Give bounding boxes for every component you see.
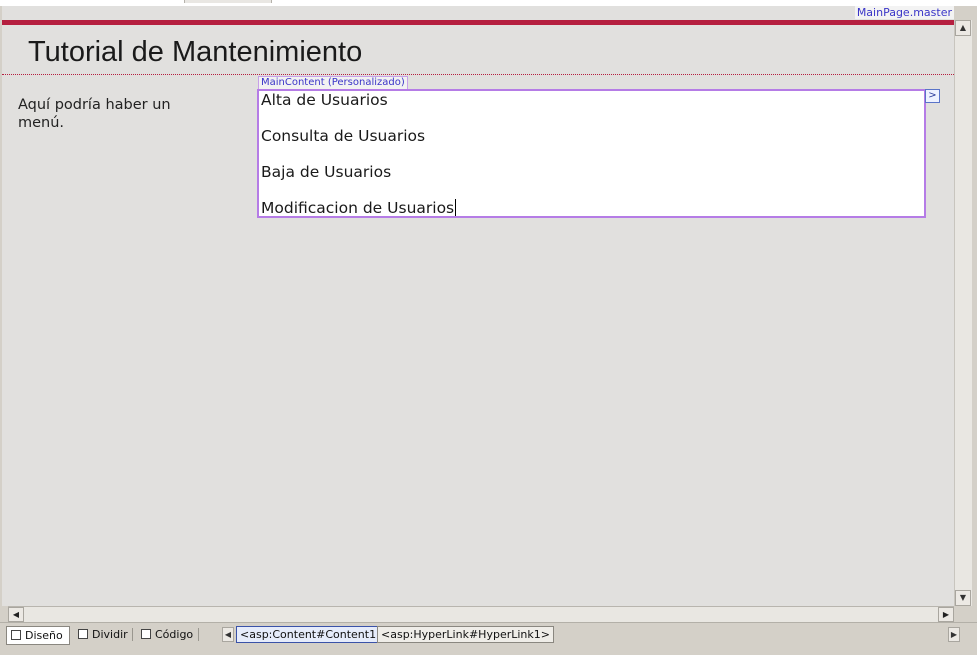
smart-tag-chevron-icon[interactable]: > (925, 89, 940, 103)
code-view-icon (141, 629, 151, 639)
tag-crumb-content[interactable]: <asp:Content#Content1> (236, 626, 390, 643)
header-divider (2, 74, 954, 75)
link-consulta-usuarios[interactable]: Consulta de Usuarios (261, 127, 425, 145)
tab-code-view[interactable]: Código (137, 626, 199, 643)
content-region-label[interactable]: MainContent (Personalizado) (258, 76, 408, 89)
tab-design-view[interactable]: Diseño (6, 626, 70, 645)
tag-nav-next-icon[interactable]: ▶ (948, 627, 960, 642)
designer-status-bar: Diseño Dividir Código ◀ <asp:Content#Con… (0, 622, 977, 655)
tab-split-label: Dividir (92, 628, 128, 641)
link-modificacion-usuarios-text: Modificacion de Usuarios (261, 199, 455, 217)
scrollbar-corner (954, 606, 972, 622)
tab-separator (198, 628, 199, 641)
tag-nav-prev-icon[interactable]: ◀ (222, 627, 234, 642)
link-modificacion-usuarios[interactable]: Modificacion de Usuarios (261, 199, 457, 217)
split-view-icon (78, 629, 88, 639)
master-page-label[interactable]: MainPage.master (854, 6, 954, 19)
horizontal-scrollbar[interactable]: ◀ ▶ (8, 606, 954, 623)
tab-separator (132, 628, 133, 641)
scroll-down-arrow-icon[interactable]: ▼ (955, 590, 971, 606)
document-tab[interactable] (184, 0, 272, 3)
tab-split-view[interactable]: Dividir (74, 626, 134, 643)
side-menu-placeholder: Aquí podría haber un menú. (18, 97, 171, 131)
scroll-right-arrow-icon[interactable]: ▶ (938, 607, 954, 622)
scroll-up-arrow-icon[interactable]: ▲ (955, 20, 971, 36)
text-caret (455, 199, 457, 216)
vertical-scrollbar[interactable]: ▲ ▼ (954, 20, 972, 606)
design-view-icon (11, 630, 21, 640)
tag-crumb-hyperlink[interactable]: <asp:HyperLink#HyperLink1> (377, 626, 554, 643)
main-content-region[interactable]: Alta de Usuarios Consulta de Usuarios Ba… (257, 89, 926, 218)
link-baja-usuarios[interactable]: Baja de Usuarios (261, 163, 391, 181)
tab-code-label: Código (155, 628, 194, 641)
header-accent-bar (2, 20, 954, 25)
link-alta-usuarios[interactable]: Alta de Usuarios (261, 91, 388, 109)
design-surface[interactable]: MainPage.master Tutorial de Mantenimient… (2, 6, 954, 606)
scroll-left-arrow-icon[interactable]: ◀ (8, 607, 24, 622)
tab-design-label: Diseño (25, 629, 63, 642)
page-title: Tutorial de Mantenimiento (28, 36, 363, 68)
